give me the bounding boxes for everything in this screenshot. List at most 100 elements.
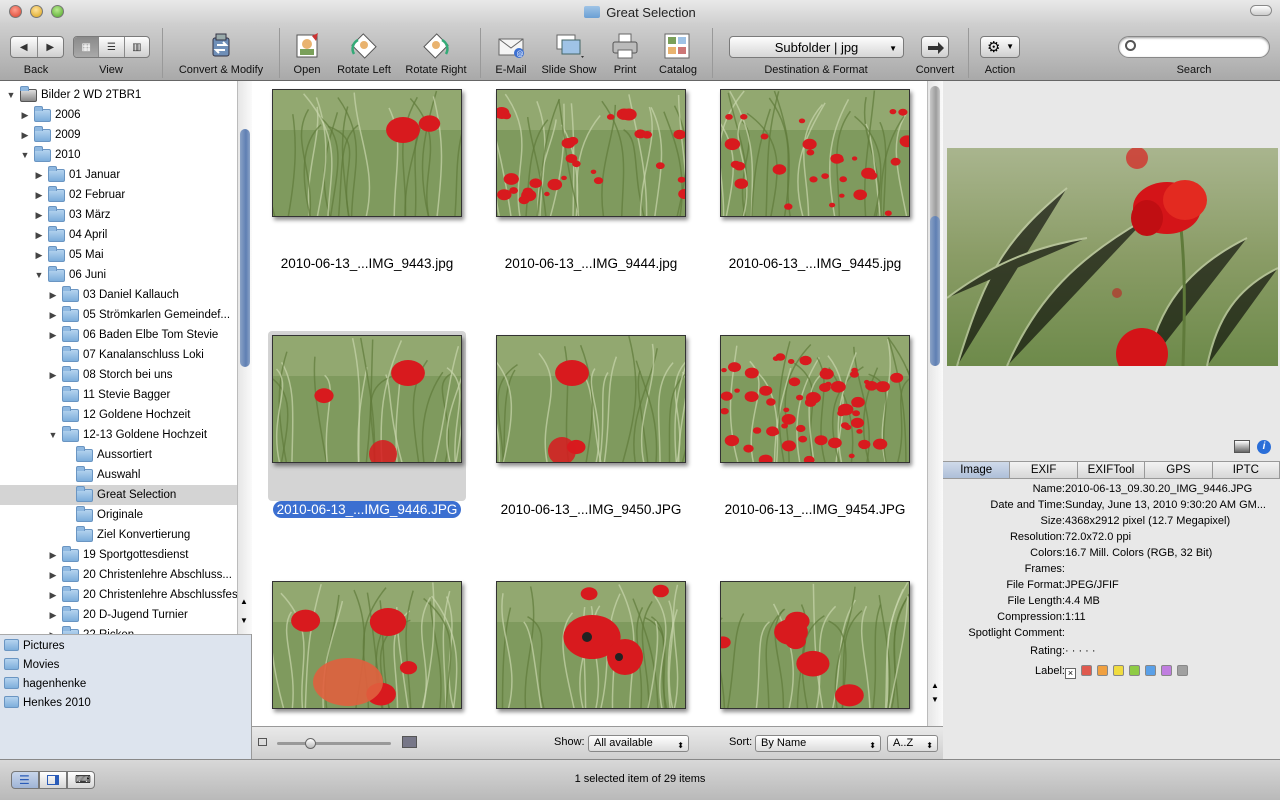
thumbnail-image[interactable] [720,335,910,463]
folder-tree-row[interactable]: ▼ 12-13 Goldene Hochzeit [0,425,237,445]
scroll-down-arrow-icon[interactable]: ▼ [240,616,248,625]
places-item[interactable]: Pictures [4,637,65,656]
scroll-up-arrow-icon[interactable]: ▲ [240,597,248,606]
thumbnail-filename[interactable]: 2010-06-13_...IMG_9454.JPG [725,502,906,517]
open-button[interactable]: Open [286,24,328,81]
back-arrow-icon[interactable]: ◀ [11,37,38,57]
back-forward-control[interactable]: ◀ ▶ [10,36,64,58]
disclosure-closed-icon[interactable]: ▶ [34,205,44,225]
folder-tree-row[interactable]: ▶ 03 Daniel Kallauch [0,285,237,305]
label-color-swatch[interactable] [1129,665,1140,676]
thumbnail-image[interactable] [272,89,462,217]
folder-tree-row[interactable]: ▼ 2010 [0,145,237,165]
forward-arrow-icon[interactable]: ▶ [38,37,64,57]
label-color-swatch[interactable] [1113,665,1124,676]
thumbnail-filename[interactable]: 2010-06-13_...IMG_9446.JPG [272,501,462,518]
folder-tree-row[interactable]: ▶ 2009 [0,125,237,145]
disclosure-closed-icon[interactable]: ▶ [34,245,44,265]
disclosure-open-icon[interactable]: ▼ [34,265,44,285]
folder-tree-row[interactable]: Auswahl [0,465,237,485]
disclosure-closed-icon[interactable]: ▶ [34,225,44,245]
thumbnail-image[interactable] [720,89,910,217]
thumbnail-image[interactable] [496,581,686,709]
folder-tree-row[interactable]: 11 Stevie Bagger [0,385,237,405]
folder-tree-row[interactable]: ▶ 06 Baden Elbe Tom Stevie [0,325,237,345]
folder-tree-row[interactable]: ▶ 20 Christenlehre Abschlussfest [0,585,237,605]
disclosure-closed-icon[interactable]: ▶ [20,105,30,125]
folder-tree-row[interactable]: ▶ 04 April [0,225,237,245]
convert-modify-button[interactable]: Convert & Modify [170,24,272,81]
toolbar-toggle-button[interactable] [1250,5,1272,16]
sort-order-popup[interactable]: A..Z ⬍ [887,735,938,752]
slideshow-button[interactable]: Slide Show [538,24,600,81]
folder-tree-scrollbar[interactable]: ▲ ▼ [237,81,252,634]
thumbnail-filename[interactable]: 2010-06-13_...IMG_9445.jpg [729,256,902,271]
thumbnail-size-slider-knob[interactable] [305,738,316,749]
sort-popup[interactable]: By Name ⬍ [755,735,881,752]
disclosure-closed-icon[interactable]: ▶ [48,545,58,565]
destination-format-popup[interactable]: Subfolder | jpg ▼ [729,36,904,58]
folder-tree-row[interactable]: ▶ 22 Ricken [0,625,237,634]
thumbnail-size-slider[interactable] [277,738,391,749]
info-tab-gps[interactable]: GPS [1145,462,1213,478]
thumbnail-filename[interactable]: 2010-06-13_...IMG_9443.jpg [281,256,454,271]
rating-control[interactable]: · · · · · [1065,643,1280,659]
folder-tree-row[interactable]: ▶ 08 Storch bei uns [0,365,237,385]
folder-tree-row[interactable]: ▶ 05 Mai [0,245,237,265]
folder-tree-row[interactable]: ▼ 06 Juni [0,265,237,285]
catalog-button[interactable]: Catalog [652,24,704,81]
convert-button[interactable] [921,36,949,58]
scroll-down-arrow-icon[interactable]: ▼ [931,695,939,704]
view-mode-control[interactable]: ▦ ☰ ▥ [73,36,150,58]
disclosure-open-icon[interactable]: ▼ [6,85,16,105]
info-tab-exiftool[interactable]: EXIFTool [1078,462,1146,478]
folder-tree-row[interactable]: ▶ 05 Strömkarlen Gemeindef... [0,305,237,325]
rotate-left-button[interactable]: Rotate Left [332,24,396,81]
info-tab-image[interactable]: Image [943,462,1011,478]
folder-tree-row[interactable]: Ziel Konvertierung [0,525,237,545]
folder-tree-row[interactable]: Aussortiert [0,445,237,465]
thumbnail-image[interactable] [720,581,910,709]
thumbnail-image[interactable] [496,89,686,217]
disclosure-closed-icon[interactable]: ▶ [48,625,58,634]
thumbnail-filename[interactable]: 2010-06-13_...IMG_9450.JPG [501,502,682,517]
print-button[interactable]: Print [604,24,646,81]
disclosure-closed-icon[interactable]: ▶ [48,565,58,585]
folder-tree-row[interactable]: ▶ 20 Christenlehre Abschluss... [0,565,237,585]
label-color-swatch[interactable] [1161,665,1172,676]
no-label-icon[interactable]: × [1065,668,1076,679]
search-input[interactable] [1141,39,1261,53]
grid-scroll-thumb[interactable] [930,216,940,366]
folder-tree-row[interactable]: ▶ 20 D-Jugend Turnier [0,605,237,625]
thumbnail-image[interactable] [272,335,462,463]
disclosure-closed-icon[interactable]: ▶ [48,325,58,345]
action-menu-button[interactable]: ⚙ ▼ [980,36,1020,58]
folder-tree-row[interactable]: ▼ Bilder 2 WD 2TBR1 [0,85,237,105]
label-color-swatch[interactable] [1097,665,1108,676]
info-tab-exif[interactable]: EXIF [1010,462,1078,478]
folder-tree-row[interactable]: ▶ 19 Sportgottesdienst [0,545,237,565]
places-item[interactable]: Henkes 2010 [4,694,91,713]
disclosure-closed-icon[interactable]: ▶ [48,285,58,305]
label-color-swatch[interactable] [1177,665,1188,676]
disclosure-closed-icon[interactable]: ▶ [48,605,58,625]
disclosure-closed-icon[interactable]: ▶ [34,185,44,205]
search-field[interactable] [1118,36,1270,58]
label-color-swatch[interactable] [1145,665,1156,676]
thumbnail-grid-scrollbar[interactable]: ▲ ▼ [927,81,943,726]
thumbnail-image[interactable] [272,581,462,709]
scroll-up-arrow-icon[interactable]: ▲ [931,681,939,690]
email-button[interactable]: @ E-Mail [488,24,534,81]
disclosure-closed-icon[interactable]: ▶ [48,585,58,605]
thumbnail-image[interactable] [496,335,686,463]
folder-tree-row[interactable]: 07 Kanalanschluss Loki [0,345,237,365]
places-item[interactable]: Movies [4,656,59,675]
info-icon[interactable]: i [1257,440,1271,454]
folder-tree-scroll-thumb[interactable] [240,129,250,367]
thumbnail-filename[interactable]: 2010-06-13_...IMG_9444.jpg [505,256,678,271]
disclosure-closed-icon[interactable]: ▶ [48,305,58,325]
filmstrip-view-icon[interactable]: ▥ [125,37,149,57]
disclosure-closed-icon[interactable]: ▶ [20,125,30,145]
grid-view-icon[interactable]: ▦ [74,37,100,57]
folder-tree-row[interactable]: ▶ 2006 [0,105,237,125]
